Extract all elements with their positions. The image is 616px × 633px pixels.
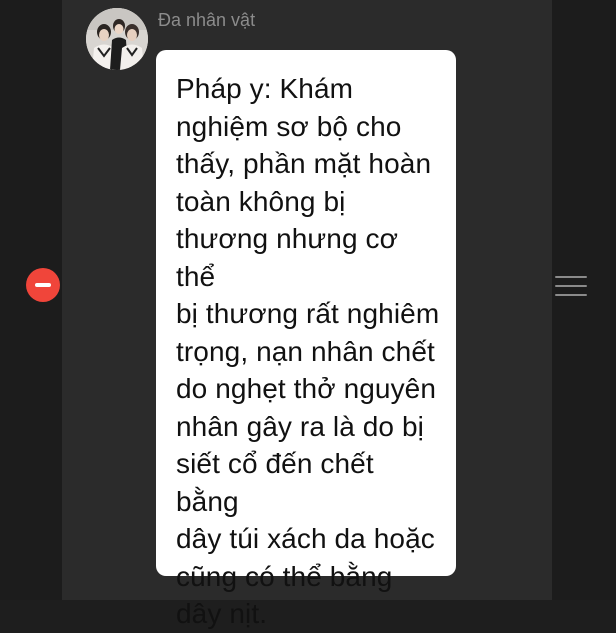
delete-message-button[interactable] xyxy=(26,268,60,302)
avatar[interactable] xyxy=(86,8,148,70)
message-bubble[interactable]: Pháp y: Khám nghiệm sơ bộ cho thấy, phần… xyxy=(156,50,456,629)
minus-circle-icon xyxy=(35,283,51,287)
drag-handle-icon[interactable] xyxy=(555,276,587,296)
left-gutter xyxy=(0,0,62,600)
right-gutter xyxy=(552,0,616,600)
sender-name: Đa nhân vật xyxy=(158,10,256,30)
avatar-image xyxy=(86,8,148,70)
message-text: Pháp y: Khám nghiệm sơ bộ cho thấy, phần… xyxy=(176,73,440,629)
